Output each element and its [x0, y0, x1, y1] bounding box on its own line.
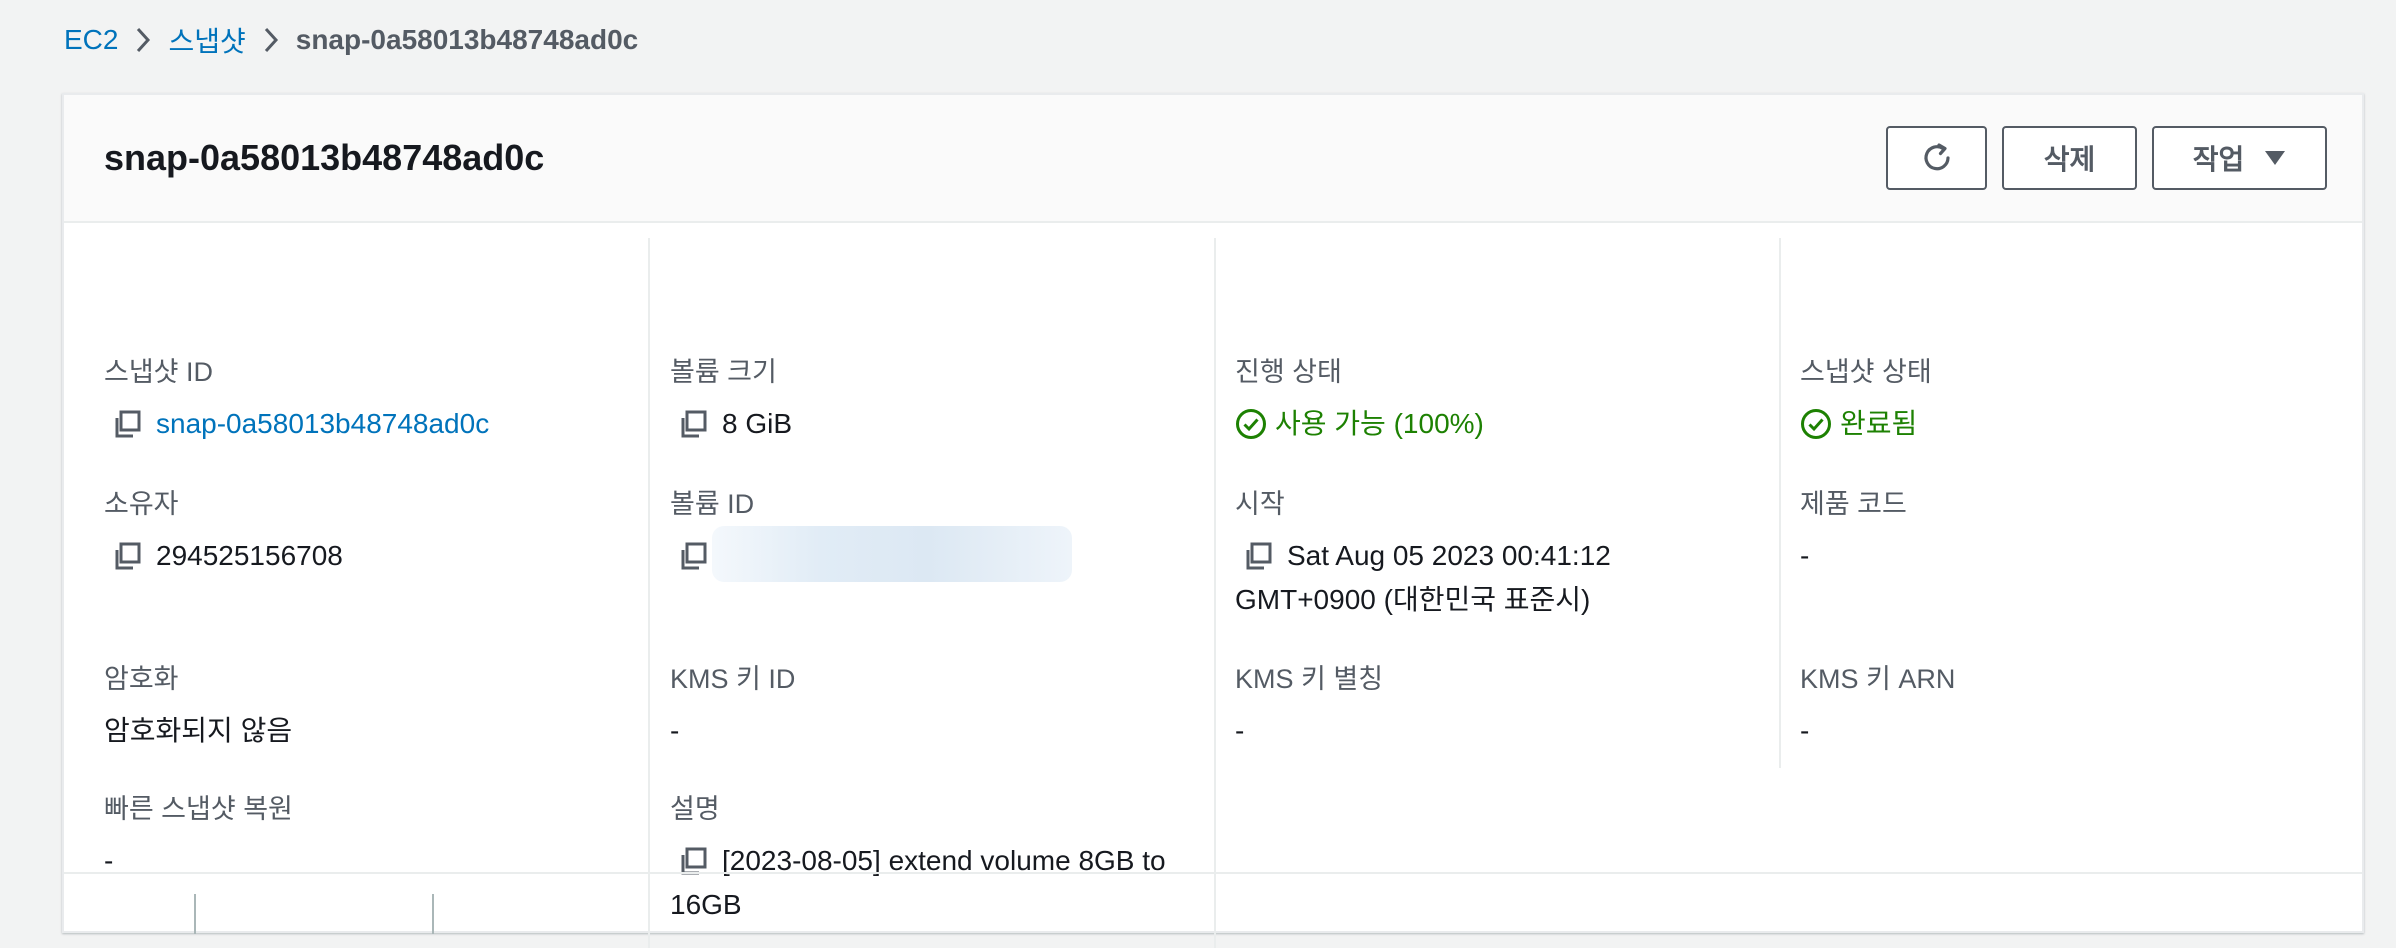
- snapshot-id-link[interactable]: snap-0a58013b48748ad0c: [156, 408, 489, 439]
- snapshot-state-label: 스냅샷 상태: [1800, 357, 1932, 387]
- breadcrumb-current: snap-0a58013b48748ad0c: [295, 24, 639, 55]
- snapshot-id-field: 스냅샷 ID snap-0a58013b48748ad0c: [104, 354, 624, 446]
- kms-key-alias-label: KMS 키 별칭: [1235, 664, 1384, 694]
- details-column-3: 진행 상태 사용 가능 (100%) 시작 Sat Aug 05 2023 00…: [1235, 238, 1781, 768]
- volume-size-label: 볼륨 크기: [670, 357, 777, 387]
- kms-key-alias-field: KMS 키 별칭 -: [1235, 661, 1755, 753]
- owner-label: 소유자: [104, 489, 179, 519]
- delete-button-label: 삭제: [2043, 144, 2096, 175]
- volume-id-field: 볼륨 ID: [670, 486, 1190, 582]
- progress-text: 사용 가능 (100%): [1275, 408, 1484, 439]
- volume-id-value: [670, 526, 1190, 582]
- kms-key-alias-value: -: [1235, 715, 1245, 746]
- description-label: 설명: [670, 794, 720, 824]
- volume-size-value: 8 GiB: [670, 402, 1190, 446]
- actions-button-label: 작업: [2192, 144, 2245, 175]
- volume-size-field: 볼륨 크기 8 GiB: [670, 354, 1190, 446]
- breadcrumb-snapshots-link[interactable]: 스냅샷: [168, 20, 245, 60]
- check-circle-icon: [1801, 408, 1831, 439]
- refresh-button[interactable]: [1886, 126, 1987, 190]
- volume-size-text: 8 GiB: [722, 408, 793, 439]
- snapshot-id-label: 스냅샷 ID: [104, 357, 214, 387]
- refresh-icon: [1923, 143, 1950, 171]
- check-circle-icon: [1236, 408, 1266, 439]
- started-label: 시작: [1235, 489, 1285, 519]
- snapshot-state-value: 완료됨: [1800, 402, 2320, 446]
- redacted-volume-id: [712, 526, 1072, 582]
- progress-label: 진행 상태: [1235, 357, 1342, 387]
- started-field: 시작 Sat Aug 05 2023 00:41:12 GMT+0900 (대한…: [1235, 486, 1755, 622]
- encryption-label: 암호화: [104, 664, 179, 694]
- caret-down-icon: [2265, 151, 2286, 165]
- kms-key-id-value: -: [670, 715, 680, 746]
- product-code-field: 제품 코드 -: [1800, 486, 2320, 578]
- encryption-field: 암호화 암호화되지 않음: [104, 661, 624, 753]
- owner-text: 294525156708: [156, 540, 343, 571]
- product-code-label: 제품 코드: [1800, 489, 1907, 519]
- snapshot-details-panel: snap-0a58013b48748ad0c 삭제 작업 스냅샷 ID snap…: [62, 93, 2364, 948]
- owner-field: 소유자 294525156708: [104, 486, 624, 578]
- fast-restore-label: 빠른 스냅샷 복원: [104, 794, 293, 824]
- details-column-2: 볼륨 크기 8 GiB 볼륨 ID KMS 키 ID - 설명 [2023-08…: [670, 238, 1216, 948]
- progress-value: 사용 가능 (100%): [1235, 402, 1755, 446]
- actions-dropdown-button[interactable]: 작업: [2152, 126, 2327, 190]
- kms-key-arn-field: KMS 키 ARN -: [1800, 661, 2320, 753]
- copy-icon[interactable]: [112, 409, 142, 439]
- snapshot-state-text: 완료됨: [1840, 408, 1918, 439]
- kms-key-id-label: KMS 키 ID: [670, 664, 796, 694]
- details-column-4: 스냅샷 상태 완료됨 제품 코드 - KMS 키 ARN -: [1800, 238, 2346, 768]
- page-title: snap-0a58013b48748ad0c: [104, 137, 545, 178]
- kms-key-arn-value: -: [1800, 715, 1810, 746]
- started-value: Sat Aug 05 2023 00:41:12 GMT+0900 (대한민국 …: [1235, 534, 1755, 622]
- tab-divider: [432, 894, 434, 934]
- copy-icon[interactable]: [678, 409, 708, 439]
- chevron-right-icon: [118, 26, 168, 54]
- copy-icon[interactable]: [112, 541, 142, 571]
- snapshot-state-field: 스냅샷 상태 완료됨: [1800, 354, 2320, 446]
- breadcrumb-ec2-link[interactable]: EC2: [64, 24, 118, 56]
- snapshot-id-value: snap-0a58013b48748ad0c: [104, 402, 624, 446]
- breadcrumb: EC2 스냅샷 snap-0a58013b48748ad0c: [64, 20, 638, 60]
- progress-field: 진행 상태 사용 가능 (100%): [1235, 354, 1755, 446]
- fast-restore-field: 빠른 스냅샷 복원 -: [104, 791, 624, 883]
- kms-key-id-field: KMS 키 ID -: [670, 661, 1190, 753]
- kms-key-arn-label: KMS 키 ARN: [1800, 664, 1956, 694]
- copy-icon[interactable]: [678, 541, 708, 571]
- tabs-strip: [64, 872, 2362, 934]
- tab-divider: [194, 894, 196, 934]
- volume-id-label: 볼륨 ID: [670, 489, 755, 519]
- panel-header: snap-0a58013b48748ad0c 삭제 작업: [64, 95, 2362, 223]
- copy-icon[interactable]: [1243, 541, 1273, 571]
- details-column-1: 스냅샷 ID snap-0a58013b48748ad0c 소유자 294525…: [104, 238, 650, 948]
- started-text: Sat Aug 05 2023 00:41:12 GMT+0900 (대한민국 …: [1235, 540, 1611, 615]
- delete-button[interactable]: 삭제: [2002, 126, 2137, 190]
- product-code-value: -: [1800, 540, 1810, 571]
- encryption-value: 암호화되지 않음: [104, 715, 293, 746]
- owner-value: 294525156708: [104, 534, 624, 578]
- chevron-right-icon: [246, 26, 296, 54]
